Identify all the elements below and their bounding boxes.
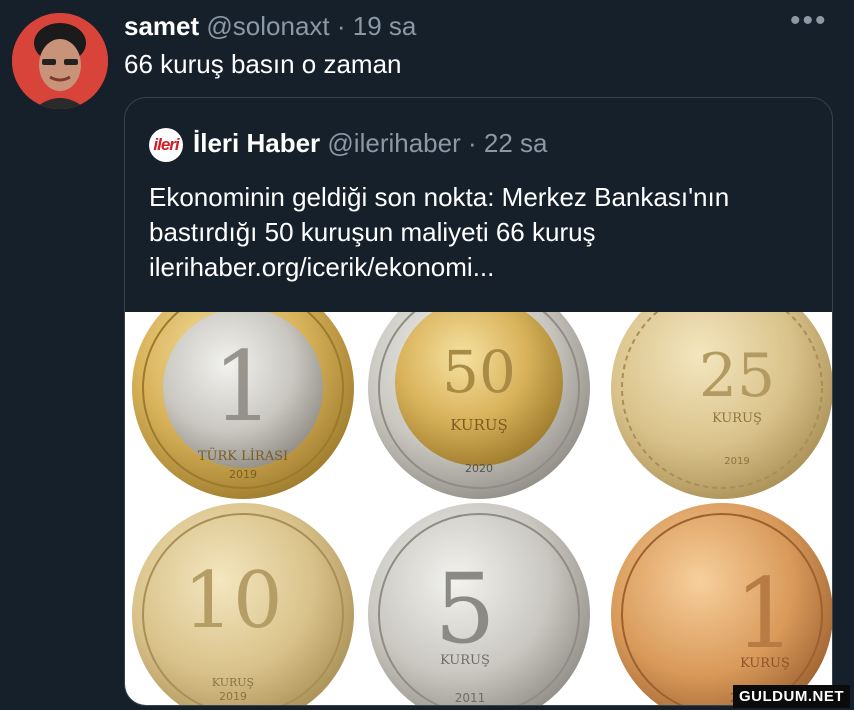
coin-1-kurus: 1 KURUŞ 2005 <box>611 503 832 705</box>
coin-5-year: 2011 <box>455 691 486 705</box>
tweet-text: 66 kuruş basın o zaman <box>124 49 402 79</box>
quoted-link[interactable]: ilerihaber.org/icerik/ekonomi... <box>149 250 809 285</box>
coins-image[interactable]: 1 TÜRK LİRASI 2019 50 KURUŞ 2020 25 KURU… <box>125 277 832 705</box>
avatar[interactable] <box>12 13 108 109</box>
coin-2-year: 2020 <box>465 462 493 475</box>
coin-2-label: KURUŞ <box>450 416 508 434</box>
coin-1-year: 2019 <box>229 468 257 481</box>
coin-3-year: 2019 <box>724 456 749 467</box>
quoted-user-handle[interactable]: @ilerihaber <box>327 128 460 158</box>
coin-10-kurus: 10 KURUŞ 2019 <box>132 503 354 705</box>
coin-5-label: KURUŞ <box>440 653 490 668</box>
coin-2-value: 50 <box>442 338 516 406</box>
coin-3-label: KURUŞ <box>712 411 762 426</box>
coin-4-year: 2019 <box>219 690 247 703</box>
coin-5-kurus: 5 KURUŞ 2011 <box>368 503 590 705</box>
avatar-image <box>12 13 108 109</box>
quoted-text-line: bastırdığı 50 kuruşun maliyeti 66 kuruş <box>149 217 596 247</box>
coin-5-value: 5 <box>434 553 495 665</box>
watermark: GULDUM.NET <box>733 685 850 708</box>
quoted-tweet[interactable]: ileri İleri Haber @ilerihaber · 22 sa Eko… <box>124 97 833 706</box>
separator: · <box>336 11 346 41</box>
quoted-avatar-logo[interactable]: ileri <box>149 128 183 163</box>
user-handle[interactable]: @solonaxt <box>206 11 329 41</box>
coin-6-value: 1 <box>734 558 795 670</box>
tweet-header: samet @solonaxt · 19 sa <box>124 10 416 42</box>
coin-6-label: KURUŞ <box>740 656 790 671</box>
coin-1-value: 1 <box>212 331 273 443</box>
quoted-separator: · <box>467 128 477 158</box>
coin-1-label: TÜRK LİRASI <box>198 447 288 464</box>
coin-25-kurus: 25 KURUŞ 2019 <box>611 277 832 499</box>
more-horizontal-icon[interactable]: ••• <box>790 4 828 38</box>
timestamp[interactable]: 19 sa <box>353 11 417 41</box>
quoted-display-name[interactable]: İleri Haber <box>193 128 320 158</box>
quoted-timestamp[interactable]: 22 sa <box>484 128 548 158</box>
coin-4-label: KURUŞ <box>212 676 254 689</box>
coin-4-value: 10 <box>183 556 282 646</box>
coins-svg: 1 TÜRK LİRASI 2019 50 KURUŞ 2020 25 KURU… <box>132 277 832 705</box>
quoted-text-line: Ekonominin geldiği son nokta: Merkez Ban… <box>149 182 730 212</box>
quoted-tweet-text: Ekonominin geldiği son nokta: Merkez Ban… <box>149 180 809 285</box>
display-name[interactable]: samet <box>124 11 199 41</box>
coin-50-kurus: 50 KURUŞ 2020 <box>368 277 590 499</box>
coin-3-value: 25 <box>699 341 775 411</box>
coin-1-lira: 1 TÜRK LİRASI 2019 <box>132 277 354 499</box>
quoted-tweet-header: ileri İleri Haber @ilerihaber · 22 sa <box>149 126 548 163</box>
